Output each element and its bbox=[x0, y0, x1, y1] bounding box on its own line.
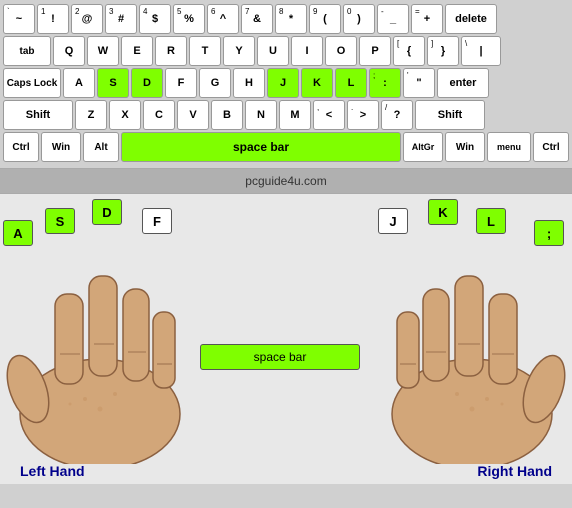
key-Ctrl-4-7[interactable]: Ctrl bbox=[533, 132, 569, 162]
key-_-0-1[interactable]: 1! bbox=[37, 4, 69, 34]
key-_-0-10[interactable]: 0) bbox=[343, 4, 375, 34]
key-Shift-3-0[interactable]: Shift bbox=[3, 100, 73, 130]
key-F-2-4[interactable]: F bbox=[165, 68, 197, 98]
key-_-0-2[interactable]: 2@ bbox=[71, 4, 103, 34]
key-delete-0-13[interactable]: delete bbox=[445, 4, 497, 34]
key-AltGr-4-4[interactable]: AltGr bbox=[403, 132, 443, 162]
key-_-3-8[interactable]: ,< bbox=[313, 100, 345, 130]
floating-key-s: S bbox=[45, 208, 75, 234]
key-Shift-3-11[interactable]: Shift bbox=[415, 100, 485, 130]
key-_-2-11[interactable]: '" bbox=[403, 68, 435, 98]
key-Alt-4-2[interactable]: Alt bbox=[83, 132, 119, 162]
key-_-1-11[interactable]: [{ bbox=[393, 36, 425, 66]
key-T-1-5[interactable]: T bbox=[189, 36, 221, 66]
floating-key-l: L bbox=[476, 208, 506, 234]
spacebar-label-text: space bar bbox=[254, 350, 307, 364]
key-_-0-11[interactable]: -_ bbox=[377, 4, 409, 34]
key-Y-1-6[interactable]: Y bbox=[223, 36, 255, 66]
key-Win-4-1[interactable]: Win bbox=[41, 132, 81, 162]
floating-key-k: K bbox=[428, 199, 458, 225]
key-_-1-13[interactable]: \| bbox=[461, 36, 501, 66]
attribution-text: pcguide4u.com bbox=[245, 174, 326, 188]
key-Q-1-1[interactable]: Q bbox=[53, 36, 85, 66]
key-_-3-10[interactable]: /? bbox=[381, 100, 413, 130]
key-Ctrl-4-0[interactable]: Ctrl bbox=[3, 132, 39, 162]
key-_-0-8[interactable]: 8* bbox=[275, 4, 307, 34]
key-_-0-7[interactable]: 7& bbox=[241, 4, 273, 34]
key-_-1-12[interactable]: ]} bbox=[427, 36, 459, 66]
floating-key-a: A bbox=[3, 220, 33, 246]
key-row-1: tabQWERTYUIOP[{]}\| bbox=[3, 36, 569, 66]
key-V-3-4[interactable]: V bbox=[177, 100, 209, 130]
key-_-0-5[interactable]: 5% bbox=[173, 4, 205, 34]
key-Z-3-1[interactable]: Z bbox=[75, 100, 107, 130]
floating-spacebar: space bar bbox=[200, 344, 360, 370]
key-J-2-7[interactable]: J bbox=[267, 68, 299, 98]
key-P-1-10[interactable]: P bbox=[359, 36, 391, 66]
key-K-2-8[interactable]: K bbox=[301, 68, 333, 98]
floating-key-semicolon: ; bbox=[534, 220, 564, 246]
key-row-3: ShiftZXCVBNM,<.>/?Shift bbox=[3, 100, 569, 130]
key-L-2-9[interactable]: L bbox=[335, 68, 367, 98]
key-O-1-9[interactable]: O bbox=[325, 36, 357, 66]
floating-key-j: J bbox=[378, 208, 408, 234]
key-D-2-3[interactable]: D bbox=[131, 68, 163, 98]
left-hand-svg bbox=[0, 234, 220, 464]
key-tab-1-0[interactable]: tab bbox=[3, 36, 51, 66]
right-hand-label: Right Hand bbox=[477, 463, 552, 479]
key-_-0-3[interactable]: 3# bbox=[105, 4, 137, 34]
right-hand-svg bbox=[352, 234, 572, 464]
key-menu-4-6[interactable]: menu bbox=[487, 132, 531, 162]
key-H-2-6[interactable]: H bbox=[233, 68, 265, 98]
key-S-2-2[interactable]: S bbox=[97, 68, 129, 98]
key-row-2: Caps LockASDFGHJKL;:'"enter bbox=[3, 68, 569, 98]
key-_-3-9[interactable]: .> bbox=[347, 100, 379, 130]
key-N-3-6[interactable]: N bbox=[245, 100, 277, 130]
key-Win-4-5[interactable]: Win bbox=[445, 132, 485, 162]
key-X-3-2[interactable]: X bbox=[109, 100, 141, 130]
key-W-1-2[interactable]: W bbox=[87, 36, 119, 66]
key-R-1-4[interactable]: R bbox=[155, 36, 187, 66]
key-row-4: CtrlWinAltspace barAltGrWinmenuCtrl bbox=[3, 132, 569, 162]
key-Caps_Lock-2-0[interactable]: Caps Lock bbox=[3, 68, 61, 98]
key-E-1-3[interactable]: E bbox=[121, 36, 153, 66]
floating-key-d: D bbox=[92, 199, 122, 225]
key-_-0-12[interactable]: =+ bbox=[411, 4, 443, 34]
key-_-0-6[interactable]: 6^ bbox=[207, 4, 239, 34]
key-G-2-5[interactable]: G bbox=[199, 68, 231, 98]
key-A-2-1[interactable]: A bbox=[63, 68, 95, 98]
key-U-1-7[interactable]: U bbox=[257, 36, 289, 66]
key-B-3-5[interactable]: B bbox=[211, 100, 243, 130]
keyboard-section: `~1!2@3#4$5%6^7&8*9(0)-_=+deletetabQWERT… bbox=[0, 0, 572, 168]
key-_-2-10[interactable]: ;: bbox=[369, 68, 401, 98]
key-_-0-0[interactable]: `~ bbox=[3, 4, 35, 34]
floating-key-f: F bbox=[142, 208, 172, 234]
key-M-3-7[interactable]: M bbox=[279, 100, 311, 130]
key-_-0-4[interactable]: 4$ bbox=[139, 4, 171, 34]
key-I-1-8[interactable]: I bbox=[291, 36, 323, 66]
key-space_bar-4-3[interactable]: space bar bbox=[121, 132, 401, 162]
left-hand-label: Left Hand bbox=[20, 463, 85, 479]
key-enter-2-12[interactable]: enter bbox=[437, 68, 489, 98]
key-C-3-3[interactable]: C bbox=[143, 100, 175, 130]
key-row-0: `~1!2@3#4$5%6^7&8*9(0)-_=+delete bbox=[3, 4, 569, 34]
hands-section: A S D F J K L ; space bar Left Hand Righ… bbox=[0, 194, 572, 484]
attribution-bar: pcguide4u.com bbox=[0, 168, 572, 194]
key-_-0-9[interactable]: 9( bbox=[309, 4, 341, 34]
